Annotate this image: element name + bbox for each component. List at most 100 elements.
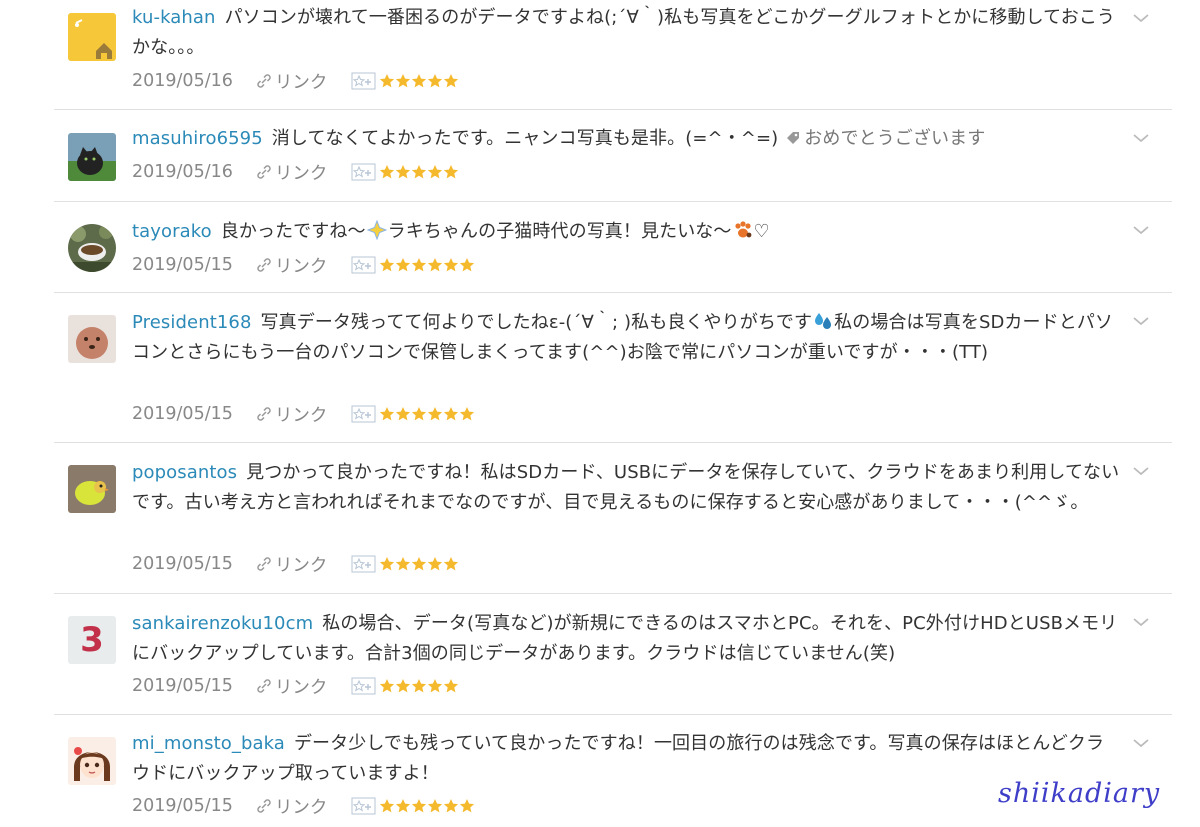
star-icon[interactable] [395,164,411,180]
star-icon[interactable] [411,678,427,694]
user-avatar[interactable]: 3 [68,616,116,664]
star-icon[interactable] [443,257,459,273]
comment-date: 2019/05/16 [132,162,233,182]
star-icon[interactable] [379,164,395,180]
comment-item: masuhiro6595 消してなくてよかったです。ニャンコ写真も是非。(=^・^… [54,110,1172,202]
user-avatar[interactable] [68,315,116,363]
star-icon[interactable] [459,257,475,273]
star-icon[interactable] [379,257,395,273]
chevron-down-icon[interactable] [1132,224,1150,236]
comment-tag[interactable]: おめでとうございます [804,128,985,149]
star-icon[interactable] [459,406,475,422]
star-icon[interactable] [395,257,411,273]
star-icon[interactable] [411,164,427,180]
star-icon[interactable] [443,73,459,89]
comment-date: 2019/05/15 [132,676,233,696]
star-icon[interactable] [411,406,427,422]
star-icon[interactable] [411,73,427,89]
comment-username[interactable]: sankairenzoku10cm [132,613,313,634]
star-icon[interactable] [379,798,395,814]
comment-username[interactable]: poposantos [132,462,237,483]
add-star-icon[interactable] [351,256,376,274]
watermark: shiikadiary [998,778,1161,809]
bird-photo-avatar [68,465,116,513]
star-icon[interactable] [411,556,427,572]
comment-username[interactable]: tayorako [132,221,212,242]
star-icon[interactable] [379,73,395,89]
star-icon[interactable] [443,406,459,422]
sweat-emoji [813,311,833,331]
star-area [351,677,459,695]
link-icon [257,407,271,421]
comment-username[interactable]: President168 [132,312,252,333]
permalink[interactable]: リンク [255,160,327,185]
star-area [351,405,475,423]
link-icon [257,799,271,813]
star-icon[interactable] [427,798,443,814]
permalink[interactable]: リンク [255,402,327,427]
star-icon[interactable] [395,798,411,814]
star-icon[interactable] [427,257,443,273]
star-icon[interactable] [427,678,443,694]
star-icon[interactable] [459,798,475,814]
comment-item: tayorako 良かったですね〜 ラキちゃんの子猫時代の写真！見たいな〜 ♡ 201… [54,202,1172,293]
star-icon[interactable] [395,73,411,89]
star-area [351,797,475,815]
star-icon[interactable] [427,406,443,422]
permalink-label: リンク [274,797,328,818]
star-icon[interactable] [427,164,443,180]
user-avatar[interactable] [68,224,116,272]
permalink[interactable]: リンク [255,253,327,278]
star-area [351,256,475,274]
user-avatar[interactable] [68,465,116,513]
add-star-icon[interactable] [351,405,376,423]
star-icon[interactable] [411,798,427,814]
chevron-down-icon[interactable] [1132,12,1150,24]
comment-username[interactable]: ku-kahan [132,7,216,28]
cup-photo-avatar [68,224,116,272]
permalink[interactable]: リンク [255,69,327,94]
permalink[interactable]: リンク [255,674,327,699]
permalink[interactable]: リンク [255,794,328,819]
permalink-label: リンク [274,555,328,576]
star-icon[interactable] [427,556,443,572]
add-star-icon[interactable] [351,555,376,573]
star-icon[interactable] [443,556,459,572]
comment-date: 2019/05/15 [132,554,233,574]
user-avatar[interactable] [68,133,116,181]
comment-date: 2019/05/15 [132,404,233,424]
add-star-icon[interactable] [351,72,376,90]
comment-item: 3 sankairenzoku10cm 私の場合、データ(写真など)が新規にできる… [54,594,1172,715]
add-star-icon[interactable] [351,677,376,695]
star-icon[interactable] [379,678,395,694]
permalink[interactable]: リンク [255,552,328,577]
star-icon[interactable] [379,406,395,422]
star-icon[interactable] [395,406,411,422]
chevron-down-icon[interactable] [1132,132,1150,144]
star-icon[interactable] [443,164,459,180]
comment-username[interactable]: mi_monsto_baka [132,733,285,754]
comment-date: 2019/05/15 [132,255,233,275]
user-avatar[interactable] [68,737,116,785]
star-icon[interactable] [379,556,395,572]
star-icon[interactable] [395,556,411,572]
link-icon [257,679,271,693]
comment-text: 写真データ残ってて何よりでしたねε-(´∀｀; )私も良くやりがちです [260,312,813,333]
link-icon [257,258,271,272]
add-star-icon[interactable] [351,163,376,181]
add-star-icon[interactable] [351,797,376,815]
comment-text: 見つかって良かったですね！私はSDカード、USBにデータを保存していて、クラウド… [132,462,1120,513]
star-icon[interactable] [443,678,459,694]
chevron-down-icon[interactable] [1132,616,1150,628]
chevron-down-icon[interactable] [1132,315,1150,327]
comment-username[interactable]: masuhiro6595 [132,128,263,149]
user-avatar[interactable] [68,13,116,61]
chevron-down-icon[interactable] [1132,465,1150,477]
star-icon[interactable] [411,257,427,273]
chevron-down-icon[interactable] [1132,737,1150,749]
comment-item: mi_monsto_baka データ少しでも残っていて良かったですね！一回目の旅行… [54,715,1172,827]
star-icon[interactable] [427,73,443,89]
star-area [351,555,459,573]
star-icon[interactable] [443,798,459,814]
star-icon[interactable] [395,678,411,694]
